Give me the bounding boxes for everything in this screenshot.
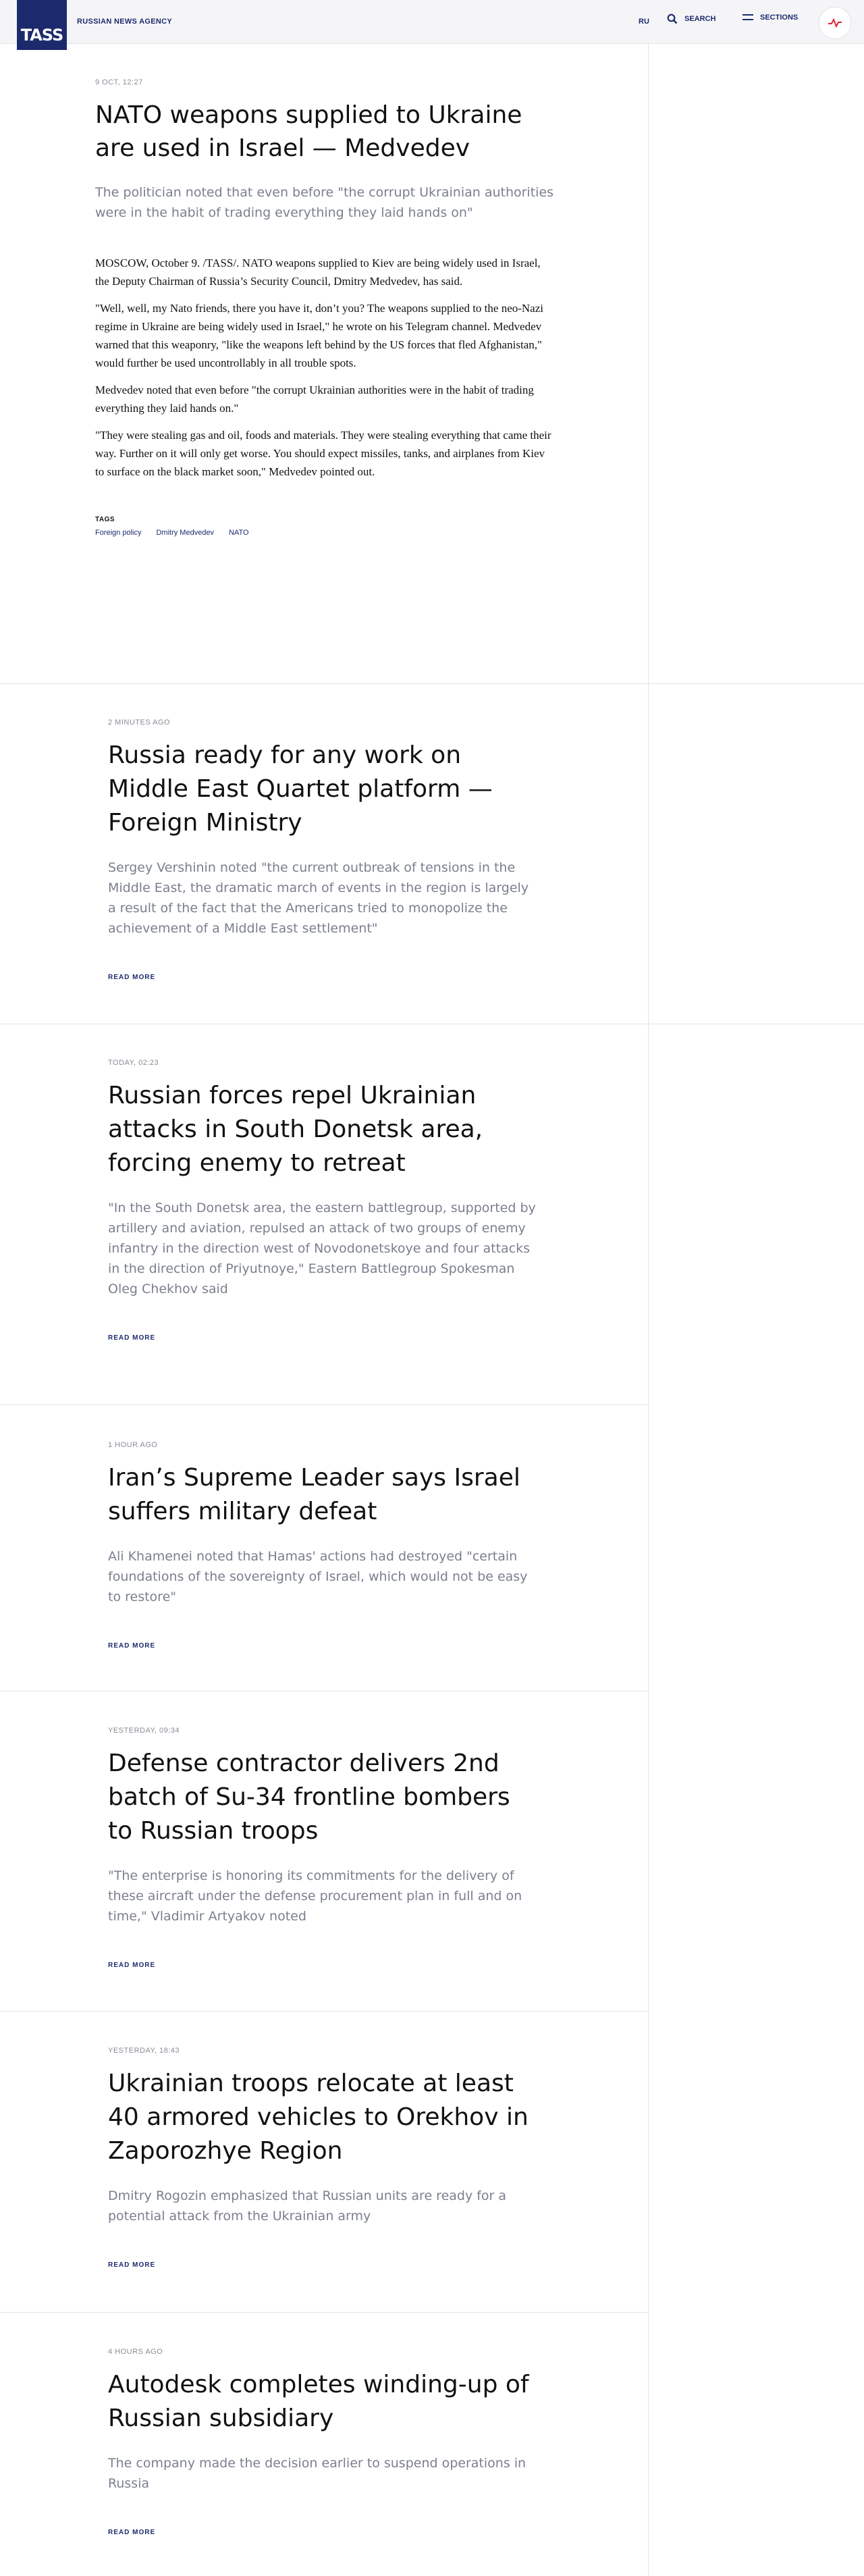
read-more-link[interactable]: READ MORE bbox=[108, 2261, 540, 2269]
column-divider bbox=[648, 43, 649, 2576]
card-lead: "In the South Donetsk area, the eastern … bbox=[108, 1201, 536, 1296]
card-time: TODAY, 02:23 bbox=[108, 1059, 159, 1067]
card-time: 2 MINUTES AGO bbox=[108, 718, 171, 727]
card-title[interactable]: Russia ready for any work on Middle East… bbox=[108, 739, 540, 840]
divider bbox=[0, 2011, 649, 2012]
article-lead: The politician noted that even before "t… bbox=[95, 185, 554, 220]
news-card[interactable]: 1 HOUR AGO Iran’s Supreme Leader says Is… bbox=[108, 1441, 540, 1650]
card-title[interactable]: Defense contractor delivers 2nd batch of… bbox=[108, 1747, 540, 1848]
sections-label: SECTIONS bbox=[760, 14, 799, 22]
card-title[interactable]: Ukrainian troops relocate at least 40 ar… bbox=[108, 2067, 540, 2168]
card-title[interactable]: Iran’s Supreme Leader says Israel suffer… bbox=[108, 1461, 540, 1529]
card-lead: Ali Khamenei noted that Hamas' actions h… bbox=[108, 1549, 528, 1604]
search-icon bbox=[667, 14, 678, 24]
tass-logo[interactable]: TASS bbox=[17, 0, 67, 50]
card-lead: The company made the decision earlier to… bbox=[108, 2456, 526, 2491]
article-paragraph: MOSCOW, October 9. /TASS/. NATO weapons … bbox=[95, 257, 541, 288]
article-paragraph: "They were stealing gas and oil, foods a… bbox=[95, 429, 551, 478]
article-paragraph: "Well, well, my Nato friends, there you … bbox=[95, 302, 543, 369]
news-card[interactable]: YESTERDAY, 18:43 Ukrainian troops reloca… bbox=[108, 2047, 540, 2269]
read-more-link[interactable]: READ MORE bbox=[108, 1962, 540, 1969]
main-article: 9 OCT, 12:27 NATO weapons supplied to Uk… bbox=[95, 78, 554, 537]
pulse-icon bbox=[828, 18, 842, 28]
site-header: TASS RUSSIAN NEWS AGENCY RU SEARCH SECTI… bbox=[0, 0, 864, 50]
live-feed-button[interactable] bbox=[819, 7, 851, 39]
sections-button[interactable]: SECTIONS bbox=[742, 14, 798, 22]
agency-label: RUSSIAN NEWS AGENCY bbox=[77, 18, 172, 26]
news-card[interactable]: 2 MINUTES AGO Russia ready for any work … bbox=[108, 718, 540, 981]
tag-link[interactable]: Dmitry Medvedev bbox=[156, 529, 214, 537]
card-time: YESTERDAY, 09:34 bbox=[108, 1727, 180, 1735]
article-paragraph: Medvedev noted that even before "the cor… bbox=[95, 384, 534, 415]
menu-icon bbox=[742, 14, 753, 20]
divider bbox=[0, 1404, 649, 1405]
card-time: 4 HOURS AGO bbox=[108, 2348, 163, 2356]
tags-heading: TAGS bbox=[95, 516, 115, 523]
news-card[interactable]: YESTERDAY, 09:34 Defense contractor deli… bbox=[108, 1727, 540, 1969]
divider bbox=[0, 683, 864, 684]
card-title[interactable]: Autodesk completes winding-up of Russian… bbox=[108, 2368, 540, 2436]
language-switch[interactable]: RU bbox=[639, 18, 649, 26]
article-title: NATO weapons supplied to Ukraine are use… bbox=[95, 101, 522, 162]
read-more-link[interactable]: READ MORE bbox=[108, 1334, 540, 1342]
read-more-link[interactable]: READ MORE bbox=[108, 2529, 540, 2536]
tag-link[interactable]: NATO bbox=[229, 529, 249, 537]
card-lead: Sergey Vershinin noted "the current outb… bbox=[108, 860, 529, 936]
card-lead: Dmitry Rogozin emphasized that Russian u… bbox=[108, 2188, 507, 2224]
news-card[interactable]: 4 HOURS AGO Autodesk completes winding-u… bbox=[108, 2348, 540, 2536]
read-more-link[interactable]: READ MORE bbox=[108, 974, 540, 981]
card-time: YESTERDAY, 18:43 bbox=[108, 2047, 180, 2055]
card-lead: "The enterprise is honoring its commitme… bbox=[108, 1868, 522, 1924]
article-body: MOSCOW, October 9. /TASS/. NATO weapons … bbox=[95, 254, 554, 481]
tag-link[interactable]: Foreign policy bbox=[95, 529, 141, 537]
tags-list: Foreign policy Dmitry Medvedev NATO bbox=[95, 529, 554, 537]
news-card[interactable]: TODAY, 02:23 Russian forces repel Ukrain… bbox=[108, 1059, 540, 1342]
card-time: 1 HOUR AGO bbox=[108, 1441, 158, 1449]
card-title[interactable]: Russian forces repel Ukrainian attacks i… bbox=[108, 1079, 540, 1180]
search-button[interactable]: SEARCH bbox=[667, 14, 716, 24]
read-more-link[interactable]: READ MORE bbox=[108, 1642, 540, 1650]
search-label: SEARCH bbox=[684, 15, 716, 23]
divider bbox=[0, 2312, 649, 2313]
article-date: 9 OCT, 12:27 bbox=[95, 78, 143, 86]
